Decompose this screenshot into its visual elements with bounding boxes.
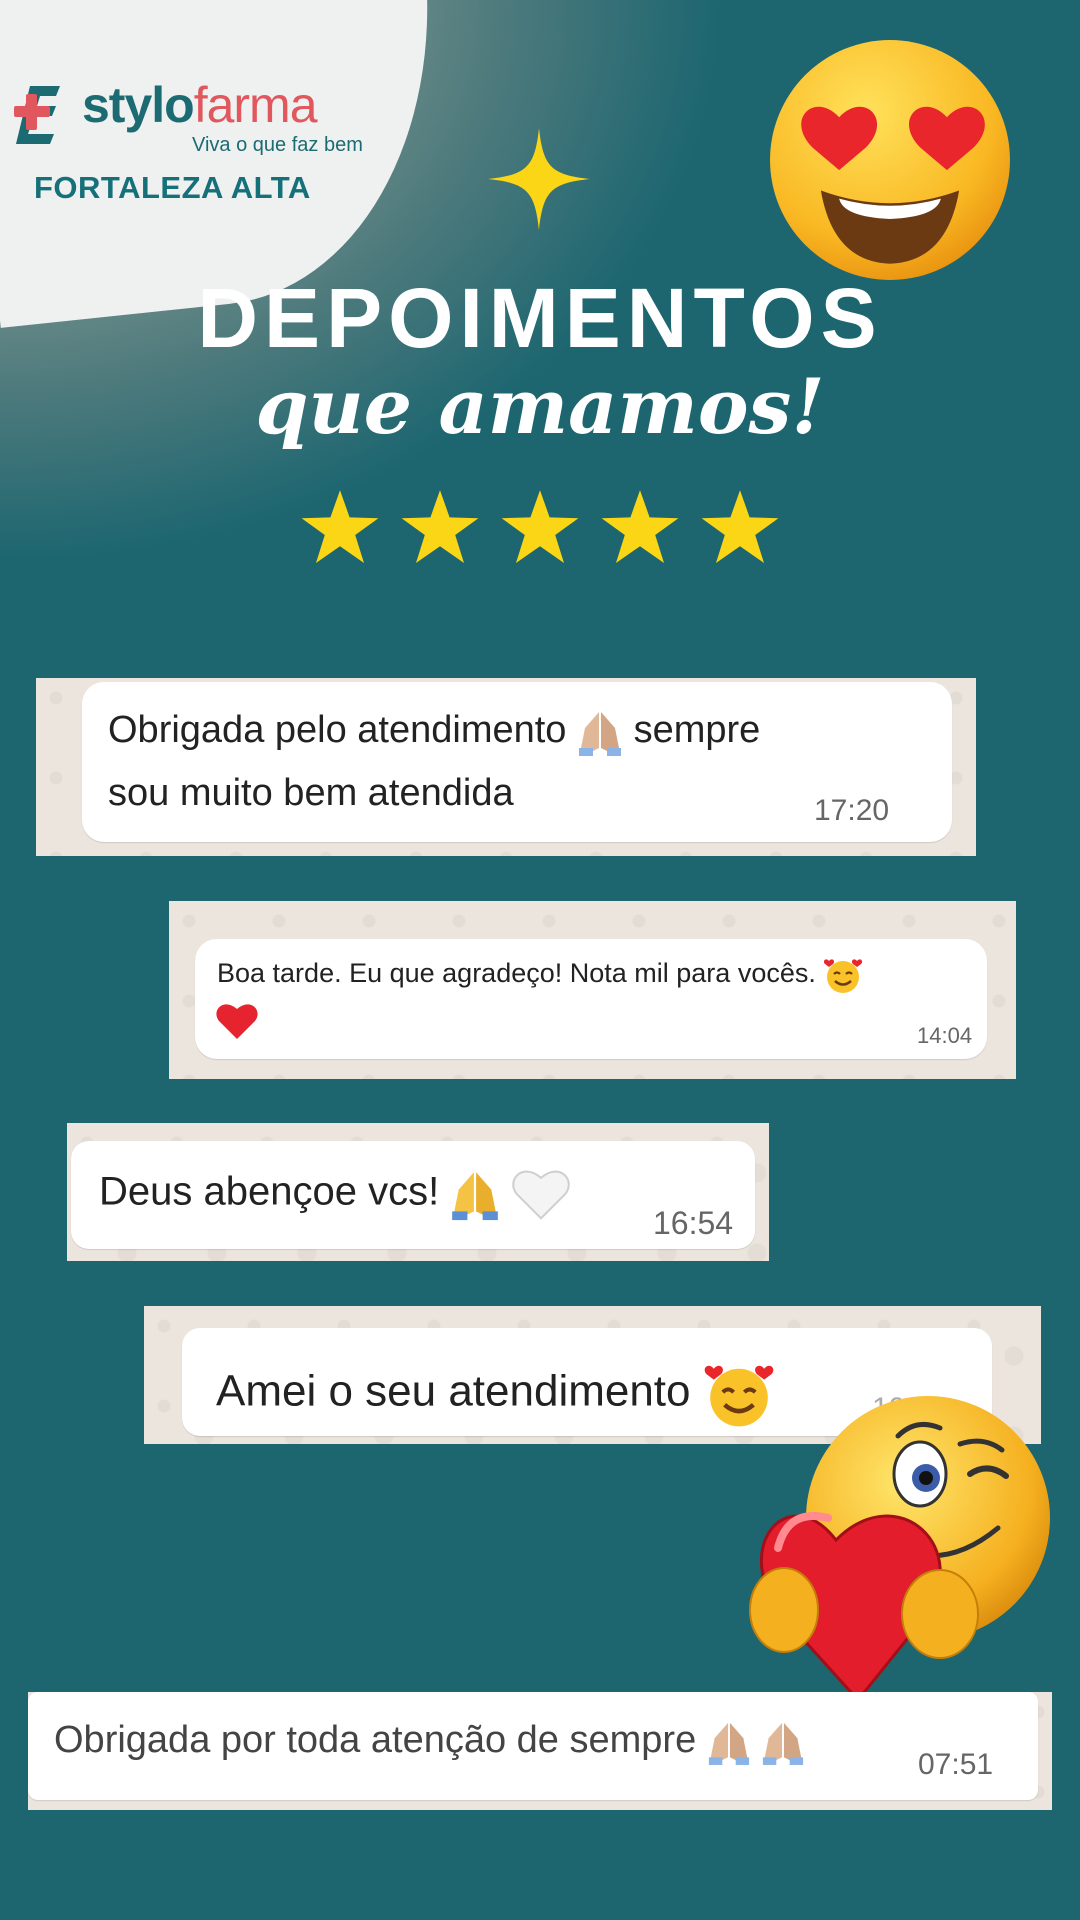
message-time: 17:20: [814, 794, 890, 827]
brand-tagline: Viva o que faz bem: [192, 134, 363, 156]
testimonial-card: Obrigada por toda atenção de sempre 07:5…: [28, 1692, 1052, 1810]
white-heart-emoji: [512, 1170, 571, 1220]
testimonial-card: Deus abençoe vcs! 16:54: [67, 1123, 769, 1261]
brand-name-part1: stylo: [82, 77, 195, 133]
star-icon: [401, 490, 479, 563]
message-time: 16:54: [653, 1205, 734, 1241]
message-text: Obrigada por toda atenção de sempre: [54, 1719, 697, 1762]
testimonial-card: Boa tarde. Eu que agradeço! Nota mil par…: [169, 901, 1016, 1079]
praying-hands-emoji: [579, 712, 621, 756]
message-line: Deus abençoe vcs!: [99, 1167, 571, 1221]
message-text: sou muito bem atendida: [108, 772, 514, 814]
testimonial-card: Obrigada pelo atendimento sempre sou mui…: [36, 678, 976, 856]
star-icon: [301, 490, 379, 563]
winking-heart-emoji: [749, 1396, 1050, 1703]
brand-logo: stylofarma Viva o que faz bem FORTALEZA …: [12, 70, 392, 220]
page-subtitle: que amamos!: [255, 362, 825, 451]
praying-hands-emoji: [452, 1172, 499, 1221]
message-text: Obrigada pelo atendimento: [108, 709, 567, 752]
message-line: Amei o seu atendimento: [216, 1358, 775, 1430]
sparkle-icon: [488, 128, 590, 230]
brand-name: stylofarma: [82, 76, 318, 134]
message-line: Obrigada pelo atendimento sempre: [108, 708, 760, 756]
brand-name-part2: farma: [193, 77, 318, 133]
message-text: Deus abençoe vcs!: [99, 1169, 440, 1214]
message-line: Boa tarde. Eu que agradeço! Nota mil par…: [217, 955, 863, 995]
heart-eyes-emoji: [770, 40, 1010, 280]
smiling-hearts-emoji: [824, 959, 863, 993]
rating-stars: [300, 488, 780, 568]
star-icon: [601, 490, 679, 563]
praying-hands-emoji: [763, 1722, 804, 1765]
message-time: 14:04: [917, 1023, 973, 1048]
store-location: FORTALEZA ALTA: [34, 170, 311, 205]
message-text: sempre: [633, 709, 761, 752]
cross-logo-icon: [14, 86, 60, 144]
page-title: DEPOIMENTOS: [197, 271, 883, 365]
star-icon: [501, 490, 579, 563]
page: stylofarma Viva o que faz bem FORTALEZA …: [0, 0, 1080, 1920]
message-text: Boa tarde. Eu que agradeço! Nota mil par…: [217, 958, 816, 989]
message-line: Obrigada por toda atenção de sempre: [54, 1718, 805, 1766]
praying-hands-emoji: [708, 1722, 749, 1765]
message-time: 07:51: [918, 1748, 994, 1781]
red-heart-emoji: [216, 1004, 258, 1039]
star-icon: [701, 490, 779, 563]
message-text: Amei o seu atendimento: [216, 1366, 691, 1416]
